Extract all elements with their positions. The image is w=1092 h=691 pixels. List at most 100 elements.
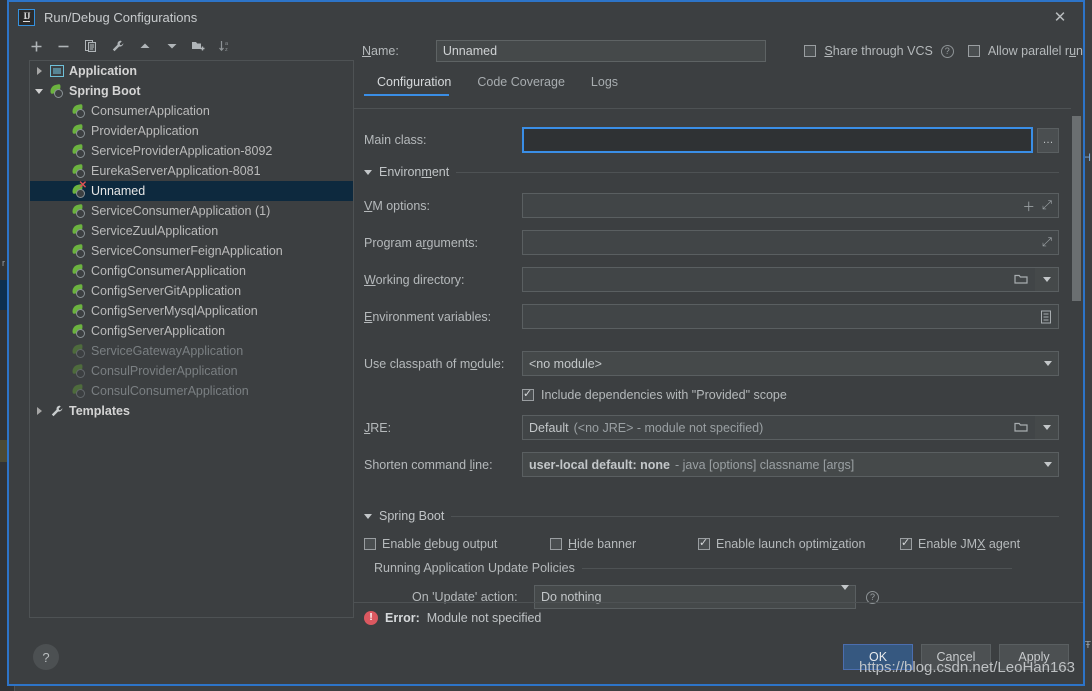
tree-node-label: Application bbox=[69, 64, 138, 78]
tree-item-configservermysqlapplication[interactable]: ConfigServerMysqlApplication bbox=[30, 301, 353, 321]
tree-item-servicezuulapplication[interactable]: ServiceZuulApplication bbox=[30, 221, 353, 241]
chevron-down-icon bbox=[1044, 462, 1052, 467]
plus-icon[interactable]: ＋ bbox=[1022, 196, 1035, 215]
tree-item-configconsumerapplication[interactable]: ConfigConsumerApplication bbox=[30, 261, 353, 281]
chevron-down-icon[interactable] bbox=[364, 169, 372, 175]
tree-item-consulconsumerapplication[interactable]: ConsulConsumerApplication bbox=[30, 381, 353, 401]
tab-code-coverage[interactable]: Code Coverage bbox=[464, 70, 578, 96]
add-configuration-button[interactable] bbox=[24, 35, 49, 57]
spring-boot-icon bbox=[70, 322, 88, 340]
form-scrollbar-thumb[interactable] bbox=[1072, 116, 1081, 301]
remove-configuration-button[interactable] bbox=[51, 35, 76, 57]
sort-az-button[interactable]: a z bbox=[213, 35, 238, 57]
tree-item-consumerapplication[interactable]: ConsumerApplication bbox=[30, 101, 353, 121]
name-input[interactable] bbox=[435, 40, 767, 62]
working-directory-dropdown-button[interactable] bbox=[1035, 267, 1059, 292]
enable-debug-output-option[interactable]: Enable debug output bbox=[364, 537, 550, 551]
tree-item-serviceconsumerapplication-1[interactable]: ServiceConsumerApplication (1) bbox=[30, 201, 353, 221]
environment-variables-label: Environment variables: bbox=[364, 309, 492, 324]
move-up-button[interactable] bbox=[132, 35, 157, 57]
hide-banner-checkbox[interactable] bbox=[550, 538, 562, 550]
enable-jmx-agent-checkbox[interactable] bbox=[900, 536, 912, 550]
spring-boot-icon bbox=[70, 242, 88, 260]
new-folder-button[interactable] bbox=[186, 35, 211, 57]
allow-parallel-run-checkbox[interactable] bbox=[967, 45, 980, 57]
tree-item-eurekaserverapplication-8081[interactable]: EurekaServerApplication-8081 bbox=[30, 161, 353, 181]
spring-boot-error-icon: ✕ bbox=[70, 179, 88, 200]
tree-item-serviceproviderapplication-8092[interactable]: ServiceProviderApplication-8092 bbox=[30, 141, 353, 161]
form-scroll-area: Main class: … Environment VM options: ＋ bbox=[354, 111, 1083, 618]
environment-section-header[interactable]: Environment bbox=[364, 165, 1059, 179]
tab-configuration[interactable]: Configuration bbox=[364, 70, 464, 96]
main-class-label: Main class: bbox=[364, 133, 427, 147]
expand-icon[interactable]: ⤢ bbox=[1042, 235, 1052, 250]
spring-boot-checkboxes: Enable debug output Hide banner Enable l… bbox=[364, 536, 1059, 551]
enable-debug-output-checkbox[interactable] bbox=[364, 538, 376, 550]
tree-node-label: ProviderApplication bbox=[91, 124, 199, 138]
tree-node-spring-boot[interactable]: Spring Boot bbox=[30, 81, 353, 101]
include-dependencies-checkbox[interactable] bbox=[522, 387, 534, 401]
vm-options-input[interactable]: ＋ ⤢ bbox=[522, 193, 1059, 218]
edit-templates-button[interactable] bbox=[105, 35, 130, 57]
main-class-input[interactable] bbox=[522, 127, 1033, 153]
chevron-down-icon[interactable] bbox=[364, 513, 372, 519]
tree-item-configservergitapplication[interactable]: ConfigServerGitApplication bbox=[30, 281, 353, 301]
tab-logs[interactable]: Logs bbox=[578, 70, 631, 96]
help-icon[interactable]: ? bbox=[940, 44, 954, 58]
share-vcs-label: Share through VCS bbox=[824, 44, 933, 58]
tree-node-templates[interactable]: Templates bbox=[30, 401, 353, 421]
tree-item-unnamed[interactable]: ✕ Unnamed bbox=[30, 179, 353, 201]
tree-node-label: Unnamed bbox=[91, 184, 146, 198]
tree-node-label: ServiceConsumerApplication (1) bbox=[91, 204, 271, 218]
configuration-form: Main class: … Environment VM options: ＋ bbox=[354, 111, 1083, 618]
program-arguments-label: Program arguments: bbox=[364, 235, 478, 250]
error-status-bar: ! Error: Module not specified bbox=[354, 602, 1083, 632]
tree-node-label: ConfigServerApplication bbox=[91, 324, 226, 338]
chevron-right-icon[interactable] bbox=[30, 67, 48, 75]
share-vcs-checkbox[interactable] bbox=[804, 45, 817, 57]
tree-item-providerapplication[interactable]: ProviderApplication bbox=[30, 121, 353, 141]
vm-options-buttons: ＋ ⤢ bbox=[1022, 196, 1052, 215]
main-class-browse-button[interactable]: … bbox=[1037, 127, 1059, 153]
backdrop-left-text: r bbox=[2, 258, 5, 268]
spring-boot-icon bbox=[70, 122, 88, 140]
tree-node-application[interactable]: Application bbox=[30, 61, 353, 81]
list-icon[interactable] bbox=[1040, 310, 1052, 324]
tree-item-servicegatewayapplication[interactable]: ServiceGatewayApplication bbox=[30, 341, 353, 361]
expand-icon[interactable]: ⤢ bbox=[1042, 198, 1052, 213]
form-scrollbar[interactable] bbox=[1072, 116, 1081, 628]
chevron-down-icon[interactable] bbox=[30, 88, 48, 94]
spring-boot-section-header[interactable]: Spring Boot bbox=[364, 509, 1059, 523]
close-icon[interactable]: ✕ bbox=[1037, 2, 1083, 32]
program-arguments-input[interactable]: ⤢ bbox=[522, 230, 1059, 255]
tree-item-consulproviderapplication[interactable]: ConsulProviderApplication bbox=[30, 361, 353, 381]
jre-input[interactable]: Default (<no JRE> - module not specified… bbox=[522, 415, 1035, 440]
folder-icon[interactable] bbox=[1014, 421, 1029, 434]
enable-jmx-agent-option[interactable]: Enable JMX agent bbox=[900, 536, 1020, 551]
jre-dropdown-button[interactable] bbox=[1035, 415, 1059, 440]
intellij-logo-text: IJ bbox=[23, 11, 31, 22]
working-directory-input[interactable] bbox=[522, 267, 1035, 292]
configurations-tree[interactable]: Application Spring Boot ConsumerApplicat… bbox=[29, 60, 354, 618]
tree-node-label: ServiceProviderApplication-8092 bbox=[91, 144, 273, 158]
tree-item-configserverapplication[interactable]: ConfigServerApplication bbox=[30, 321, 353, 341]
spring-boot-icon bbox=[70, 222, 88, 240]
enable-launch-optimization-checkbox[interactable] bbox=[698, 536, 710, 550]
folder-icon[interactable] bbox=[1014, 273, 1029, 286]
working-directory-label: Working directory: bbox=[364, 272, 465, 287]
error-x-icon: ✕ bbox=[78, 179, 87, 191]
environment-section-title: Environment bbox=[379, 165, 450, 179]
jre-hint: (<no JRE> - module not specified) bbox=[573, 420, 764, 435]
chevron-right-icon[interactable] bbox=[30, 407, 48, 415]
help-button[interactable]: ? bbox=[33, 644, 59, 670]
hide-banner-option[interactable]: Hide banner bbox=[550, 537, 698, 551]
use-classpath-select[interactable]: <no module> bbox=[522, 351, 1059, 376]
application-icon bbox=[48, 62, 66, 80]
shorten-command-line-select[interactable]: user-local default: none - java [options… bbox=[522, 452, 1059, 477]
tree-item-serviceconsumerfeignapplication[interactable]: ServiceConsumerFeignApplication bbox=[30, 241, 353, 261]
enable-launch-optimization-option[interactable]: Enable launch optimization bbox=[698, 536, 900, 551]
environment-variables-input[interactable] bbox=[522, 304, 1059, 329]
tree-node-label: ServiceGatewayApplication bbox=[91, 344, 244, 358]
move-down-button[interactable] bbox=[159, 35, 184, 57]
copy-configuration-button[interactable] bbox=[78, 35, 103, 57]
